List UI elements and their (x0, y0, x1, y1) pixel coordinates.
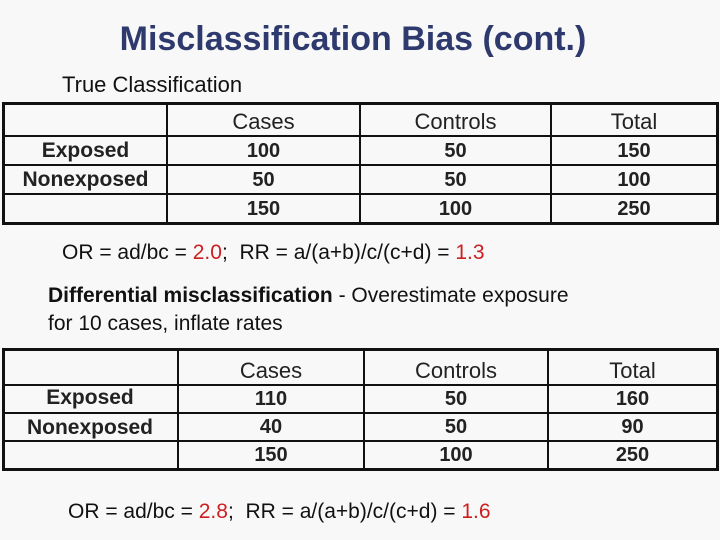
row-label-empty (2, 440, 179, 471)
row-label-empty (2, 193, 168, 225)
cell-total: 150 (550, 135, 719, 166)
table-row: Nonexposed 50 50 100 (2, 164, 719, 195)
cell-controls: 50 (359, 164, 552, 195)
differential-text-line2: for 10 cases, inflate rates (48, 312, 283, 335)
table-header-row: Cases Controls Total (2, 348, 719, 386)
table-row-totals: 150 100 250 (2, 440, 719, 471)
formula-true: OR = ad/bc = 2.0; RR = a/(a+b)/c/(c+d) =… (62, 241, 485, 265)
cell-total: 250 (550, 193, 719, 225)
header-cell-controls: Controls (363, 348, 549, 386)
table-row: Exposed 100 50 150 (2, 135, 719, 166)
cell-total: 90 (547, 412, 719, 442)
row-label-exposed: Exposed (2, 135, 168, 166)
header-cell-controls: Controls (359, 102, 552, 137)
formula-differential: OR = ad/bc = 2.8; RR = a/(a+b)/c/(c+d) =… (68, 500, 491, 524)
cell-controls: 50 (359, 135, 552, 166)
differential-description: Differential misclassification - Overest… (48, 282, 688, 338)
header-cell-cases: Cases (177, 348, 365, 386)
cell-cases: 110 (177, 384, 365, 414)
cell-controls: 100 (359, 193, 552, 225)
cell-controls: 50 (363, 384, 549, 414)
table-header-row: Cases Controls Total (2, 102, 719, 137)
or-value: 2.0 (192, 241, 222, 264)
header-cell-total: Total (550, 102, 719, 137)
cell-total: 250 (547, 440, 719, 471)
cell-controls: 100 (363, 440, 549, 471)
cell-total: 100 (550, 164, 719, 195)
cell-cases: 150 (177, 440, 365, 471)
or-formula-label: OR = ad/bc = (68, 500, 199, 523)
rr-value: 1.3 (455, 241, 485, 264)
cell-cases: 40 (177, 412, 365, 442)
header-cell-empty (2, 102, 168, 137)
rr-formula-label: ; RR = a/(a+b)/c/(c+d) = (221, 241, 456, 264)
section-heading-true-classification: True Classification (62, 72, 243, 97)
cell-total: 160 (547, 384, 719, 414)
or-formula-label: OR = ad/bc = (62, 241, 193, 264)
rr-formula-label: ; RR = a/(a+b)/c/(c+d) = (227, 500, 462, 523)
row-label-exposed: Exposed (46, 386, 134, 409)
header-cell-empty (2, 348, 179, 386)
true-classification-table: Cases Controls Total Exposed 100 50 150 … (2, 102, 719, 225)
cell-cases: 50 (166, 164, 361, 195)
slide-title: Misclassification Bias (cont.) (119, 20, 587, 58)
table-row-totals: 150 100 250 (2, 193, 719, 225)
rr-value: 1.6 (461, 500, 491, 523)
cell-cases: 150 (166, 193, 361, 225)
cell-cases: 100 (166, 135, 361, 166)
differential-text-line1: - Overestimate exposure (332, 284, 569, 307)
differential-heading: Differential misclassification (48, 284, 333, 307)
cell-controls: 50 (363, 412, 549, 442)
row-label-nonexposed: Nonexposed (26, 416, 154, 439)
header-cell-cases: Cases (166, 102, 361, 137)
row-label-nonexposed: Nonexposed (2, 164, 168, 195)
header-cell-total: Total (547, 348, 719, 386)
or-value: 2.8 (198, 500, 228, 523)
